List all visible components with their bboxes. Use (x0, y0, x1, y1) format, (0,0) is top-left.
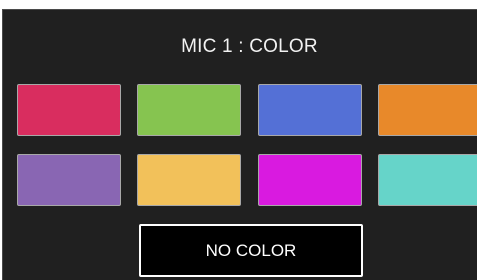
color-swatch-yellow[interactable] (137, 154, 241, 206)
color-swatch-magenta[interactable] (258, 154, 362, 206)
no-color-button[interactable]: NO COLOR (139, 224, 363, 277)
color-swatch-orange[interactable] (378, 84, 477, 136)
color-swatch-pink-red[interactable] (17, 84, 121, 136)
color-swatch-green[interactable] (137, 84, 241, 136)
color-swatch-teal[interactable] (378, 154, 477, 206)
color-picker-dialog: MIC 1 : COLOR NO COLOR (2, 9, 477, 280)
no-color-button-label: NO COLOR (205, 240, 297, 260)
dialog-title: MIC 1 : COLOR (181, 36, 318, 57)
color-swatch-purple[interactable] (17, 154, 121, 206)
color-swatch-blue[interactable] (258, 84, 362, 136)
